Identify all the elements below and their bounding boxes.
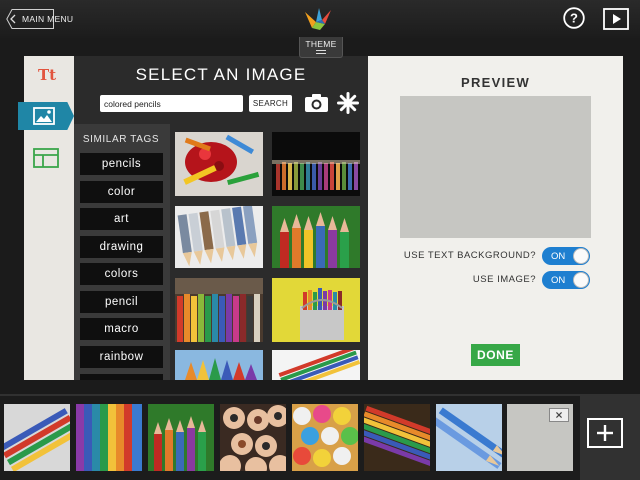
- use-image-label: USE IMAGE?: [472, 274, 536, 285]
- text-background-toggle[interactable]: ON: [542, 247, 590, 265]
- result-image[interactable]: [175, 350, 263, 380]
- help-icon[interactable]: ?: [563, 7, 585, 29]
- tag-item[interactable]: drawing: [80, 236, 163, 258]
- result-image[interactable]: [272, 206, 360, 268]
- select-image-title: SELECT AN IMAGE: [135, 65, 307, 84]
- toggle-state: ON: [551, 250, 566, 262]
- search-button[interactable]: SEARCH: [249, 95, 292, 112]
- main-menu-label: MAIN MENU: [22, 14, 74, 24]
- result-image[interactable]: [272, 132, 360, 196]
- close-icon[interactable]: [549, 408, 569, 422]
- text-tool-icon[interactable]: Tt: [38, 66, 56, 84]
- tag-item[interactable]: rainbow: [80, 346, 163, 368]
- result-image[interactable]: [175, 278, 263, 342]
- tag-item[interactable]: colors: [80, 263, 163, 285]
- tag-item[interactable]: pencils: [80, 153, 163, 175]
- image-icon[interactable]: [33, 107, 55, 125]
- toggle-knob: [573, 272, 589, 288]
- theme-label: THEME: [305, 39, 337, 49]
- menu-lines-icon: [316, 50, 326, 54]
- theme-tab[interactable]: THEME: [299, 37, 343, 58]
- svg-text:?: ?: [570, 11, 578, 26]
- slide-thumbnail[interactable]: [436, 404, 502, 471]
- tag-item-partial[interactable]: [80, 374, 163, 380]
- result-image[interactable]: [175, 132, 263, 196]
- result-image[interactable]: [272, 350, 360, 380]
- asterisk-icon[interactable]: [337, 92, 359, 114]
- tag-item[interactable]: pencil: [80, 291, 163, 313]
- result-image[interactable]: [175, 206, 263, 268]
- similar-tags-header: SIMILAR TAGS: [82, 134, 160, 145]
- preview-canvas: [400, 96, 591, 238]
- use-image-toggle[interactable]: ON: [542, 271, 590, 289]
- preview-title: PREVIEW: [460, 75, 531, 90]
- slide-thumbnail[interactable]: [76, 404, 142, 471]
- play-icon[interactable]: [603, 8, 629, 30]
- toggle-knob: [573, 248, 589, 264]
- layout-icon[interactable]: [33, 148, 59, 168]
- tag-item[interactable]: art: [80, 208, 163, 230]
- slide-thumbnail[interactable]: [220, 404, 286, 471]
- slide-thumbnail[interactable]: [148, 404, 214, 471]
- toggle-state: ON: [551, 274, 566, 286]
- slide-thumbnail[interactable]: [292, 404, 358, 471]
- bird-logo-icon[interactable]: [303, 6, 333, 32]
- tag-item[interactable]: macro: [80, 318, 163, 340]
- search-input[interactable]: [100, 95, 243, 112]
- slide-thumbnail[interactable]: [364, 404, 430, 471]
- tag-item[interactable]: color: [80, 181, 163, 203]
- camera-icon[interactable]: [304, 93, 329, 113]
- main-menu-button[interactable]: MAIN MENU: [12, 9, 73, 29]
- add-slide-icon[interactable]: [587, 418, 623, 448]
- result-image[interactable]: [272, 278, 360, 342]
- done-button[interactable]: DONE: [471, 344, 520, 366]
- slide-thumbnail[interactable]: [4, 404, 70, 471]
- text-background-label: USE TEXT BACKGROUND?: [403, 250, 536, 261]
